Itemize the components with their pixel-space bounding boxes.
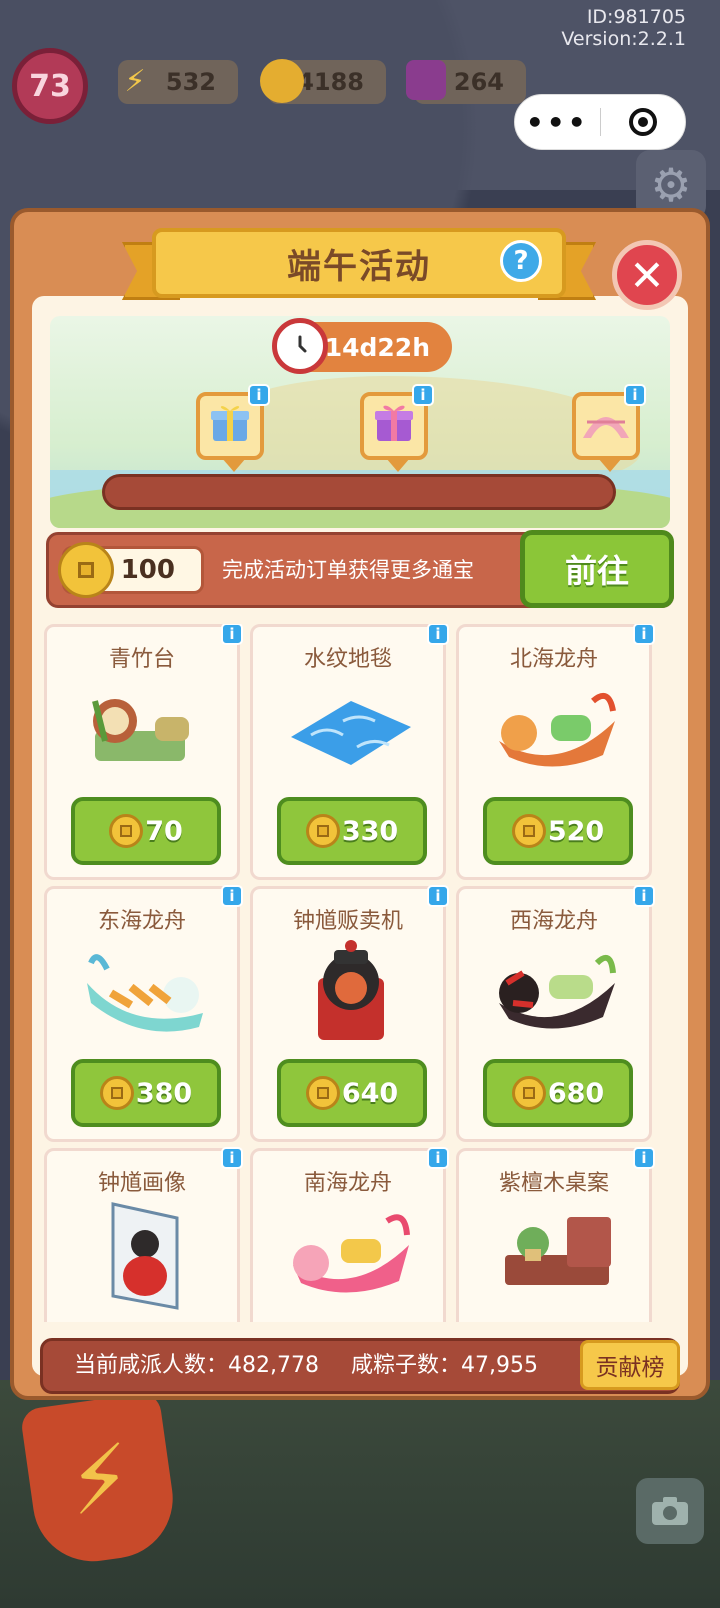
gem-value: 264 bbox=[453, 68, 504, 96]
reward-milestone-3[interactable]: i bbox=[572, 384, 646, 472]
item-price: 70 bbox=[145, 815, 183, 847]
buy-button[interactable]: 680 bbox=[483, 1059, 633, 1127]
buy-button[interactable]: 640 bbox=[277, 1059, 427, 1127]
shop-item-card[interactable]: 钟馗画像 i bbox=[44, 1147, 243, 1322]
shop-item-grid[interactable]: 青竹台 i 70 水纹地毯 i 330 北海龙舟 i 520 东海龙舟 i 380 钟馗贩卖机 i 640 西… bbox=[44, 624, 674, 1322]
item-name: 东海龙舟 bbox=[97, 909, 186, 934]
shop-item-card[interactable]: 北海龙舟 i 520 bbox=[456, 624, 655, 880]
info-icon[interactable]: i bbox=[221, 1147, 243, 1169]
water-carpet-image bbox=[287, 681, 415, 781]
tongbao-coin-icon bbox=[109, 814, 144, 848]
capsule-exit-button[interactable] bbox=[601, 108, 686, 136]
info-icon[interactable]: i bbox=[427, 624, 449, 645]
item-name: 西海龙舟 bbox=[509, 909, 598, 934]
energy-counter[interactable]: ⚡ 532 bbox=[118, 60, 238, 104]
item-name: 钟馗画像 bbox=[97, 1171, 186, 1196]
shop-item-card[interactable]: 钟馗贩卖机 i 640 bbox=[250, 885, 449, 1142]
tongbao-coin-icon bbox=[511, 1076, 546, 1110]
salty-count: 482,778 bbox=[228, 1353, 319, 1378]
contribution-rank-button[interactable]: 贡献榜 bbox=[580, 1340, 680, 1390]
item-price: 380 bbox=[135, 1077, 193, 1109]
info-icon[interactable]: i bbox=[221, 624, 243, 645]
tongbao-coin-icon bbox=[58, 542, 114, 598]
info-icon[interactable]: i bbox=[427, 1147, 449, 1169]
shop-item-card[interactable]: 水纹地毯 i 330 bbox=[250, 624, 449, 880]
info-icon[interactable]: i bbox=[633, 885, 655, 907]
gift-box-pink-icon bbox=[371, 399, 417, 454]
dragon-boat-black-image bbox=[493, 943, 621, 1043]
gem-icon bbox=[406, 60, 446, 100]
info-icon[interactable]: i bbox=[221, 885, 243, 907]
pink-bridge-icon bbox=[581, 402, 631, 451]
coin-value: 4188 bbox=[297, 68, 364, 96]
timer-text: 14d22h bbox=[324, 332, 430, 362]
item-name: 南海龙舟 bbox=[303, 1171, 392, 1196]
item-name: 水纹地毯 bbox=[303, 647, 392, 672]
miniprogram-capsule: ••• bbox=[514, 94, 686, 150]
dialog-title: 端午活动 bbox=[287, 246, 431, 287]
item-name: 青竹台 bbox=[108, 647, 175, 672]
shop-item-card[interactable]: 西海龙舟 i 680 bbox=[456, 885, 655, 1142]
energy-value: 532 bbox=[165, 68, 216, 96]
question-icon[interactable]: ? bbox=[500, 240, 542, 282]
coin-icon bbox=[260, 59, 304, 103]
stats-text: 当前咸派人数：482,778 咸粽子数：47,955 bbox=[74, 1346, 538, 1386]
item-price: 680 bbox=[547, 1077, 605, 1109]
version-label: Version:2.2.1 bbox=[561, 28, 686, 50]
shop-item-card[interactable]: 南海龙舟 i bbox=[250, 1147, 449, 1322]
item-price: 640 bbox=[341, 1077, 399, 1109]
info-icon[interactable]: i bbox=[248, 384, 270, 406]
gem-counter[interactable]: 264 bbox=[406, 60, 526, 104]
player-id: ID:981705 bbox=[586, 6, 686, 28]
buy-button[interactable]: 330 bbox=[277, 797, 427, 865]
camera-icon[interactable] bbox=[636, 1478, 704, 1544]
clock-icon bbox=[272, 318, 328, 374]
close-icon[interactable]: ✕ bbox=[612, 240, 682, 310]
currency-hint-text: 完成活动订单获得更多通宝 bbox=[222, 558, 474, 582]
shop-item-card[interactable]: 紫檀木桌案 i bbox=[456, 1147, 655, 1322]
target-circle-icon bbox=[628, 108, 657, 136]
build-info: ID:981705 Version:2.2.1 bbox=[561, 6, 686, 50]
info-icon[interactable]: i bbox=[633, 1147, 655, 1169]
dragon-boat-pink-image bbox=[287, 1205, 415, 1305]
item-name: 钟馗贩卖机 bbox=[292, 909, 403, 934]
item-name: 紫檀木桌案 bbox=[498, 1171, 609, 1196]
reward-milestone-2[interactable]: i bbox=[360, 384, 434, 472]
info-icon[interactable]: i bbox=[624, 384, 646, 406]
tongbao-coin-icon bbox=[511, 814, 546, 848]
zhongkui-portrait-image bbox=[81, 1202, 209, 1310]
shop-item-card[interactable]: 东海龙舟 i 380 bbox=[44, 885, 243, 1142]
level-number: 73 bbox=[29, 68, 71, 104]
salty-label: 当前咸派人数： bbox=[74, 1353, 229, 1378]
zhongkui-vending-image bbox=[287, 940, 415, 1043]
more-dots-icon[interactable]: ••• bbox=[515, 106, 600, 139]
level-badge[interactable]: 73 bbox=[12, 48, 88, 124]
rosewood-desk-image bbox=[493, 1205, 621, 1305]
go-button[interactable]: 前往 bbox=[520, 530, 674, 608]
item-price: 520 bbox=[547, 815, 605, 847]
zongzi-count: 47,955 bbox=[461, 1353, 538, 1378]
buy-button[interactable]: 70 bbox=[71, 797, 221, 865]
info-icon[interactable]: i bbox=[427, 885, 449, 907]
tongbao-coin-icon bbox=[305, 1076, 340, 1110]
item-name: 北海龙舟 bbox=[509, 647, 598, 672]
shop-item-card[interactable]: 青竹台 i 70 bbox=[44, 624, 243, 880]
reward-progress-track bbox=[102, 474, 616, 510]
tongbao-coin-icon bbox=[305, 814, 340, 848]
event-currency-amount: 100 bbox=[120, 555, 175, 585]
drum-stage-image bbox=[81, 681, 209, 781]
coin-counter[interactable]: 4188 bbox=[260, 59, 386, 104]
dragon-boat-orange-image bbox=[493, 681, 621, 781]
tongbao-coin-icon bbox=[99, 1076, 134, 1110]
zongzi-label: 咸粽子数： bbox=[351, 1353, 462, 1378]
item-price: 330 bbox=[341, 815, 399, 847]
reward-milestone-1[interactable]: i bbox=[196, 384, 270, 472]
lightning-icon: ⚡ bbox=[124, 63, 146, 99]
gift-box-blue-icon bbox=[207, 399, 253, 454]
buy-button[interactable]: 520 bbox=[483, 797, 633, 865]
info-icon[interactable]: i bbox=[633, 624, 655, 645]
buy-button[interactable]: 380 bbox=[71, 1059, 221, 1127]
dragon-boat-teal-image bbox=[81, 943, 209, 1043]
info-icon[interactable]: i bbox=[412, 384, 434, 406]
